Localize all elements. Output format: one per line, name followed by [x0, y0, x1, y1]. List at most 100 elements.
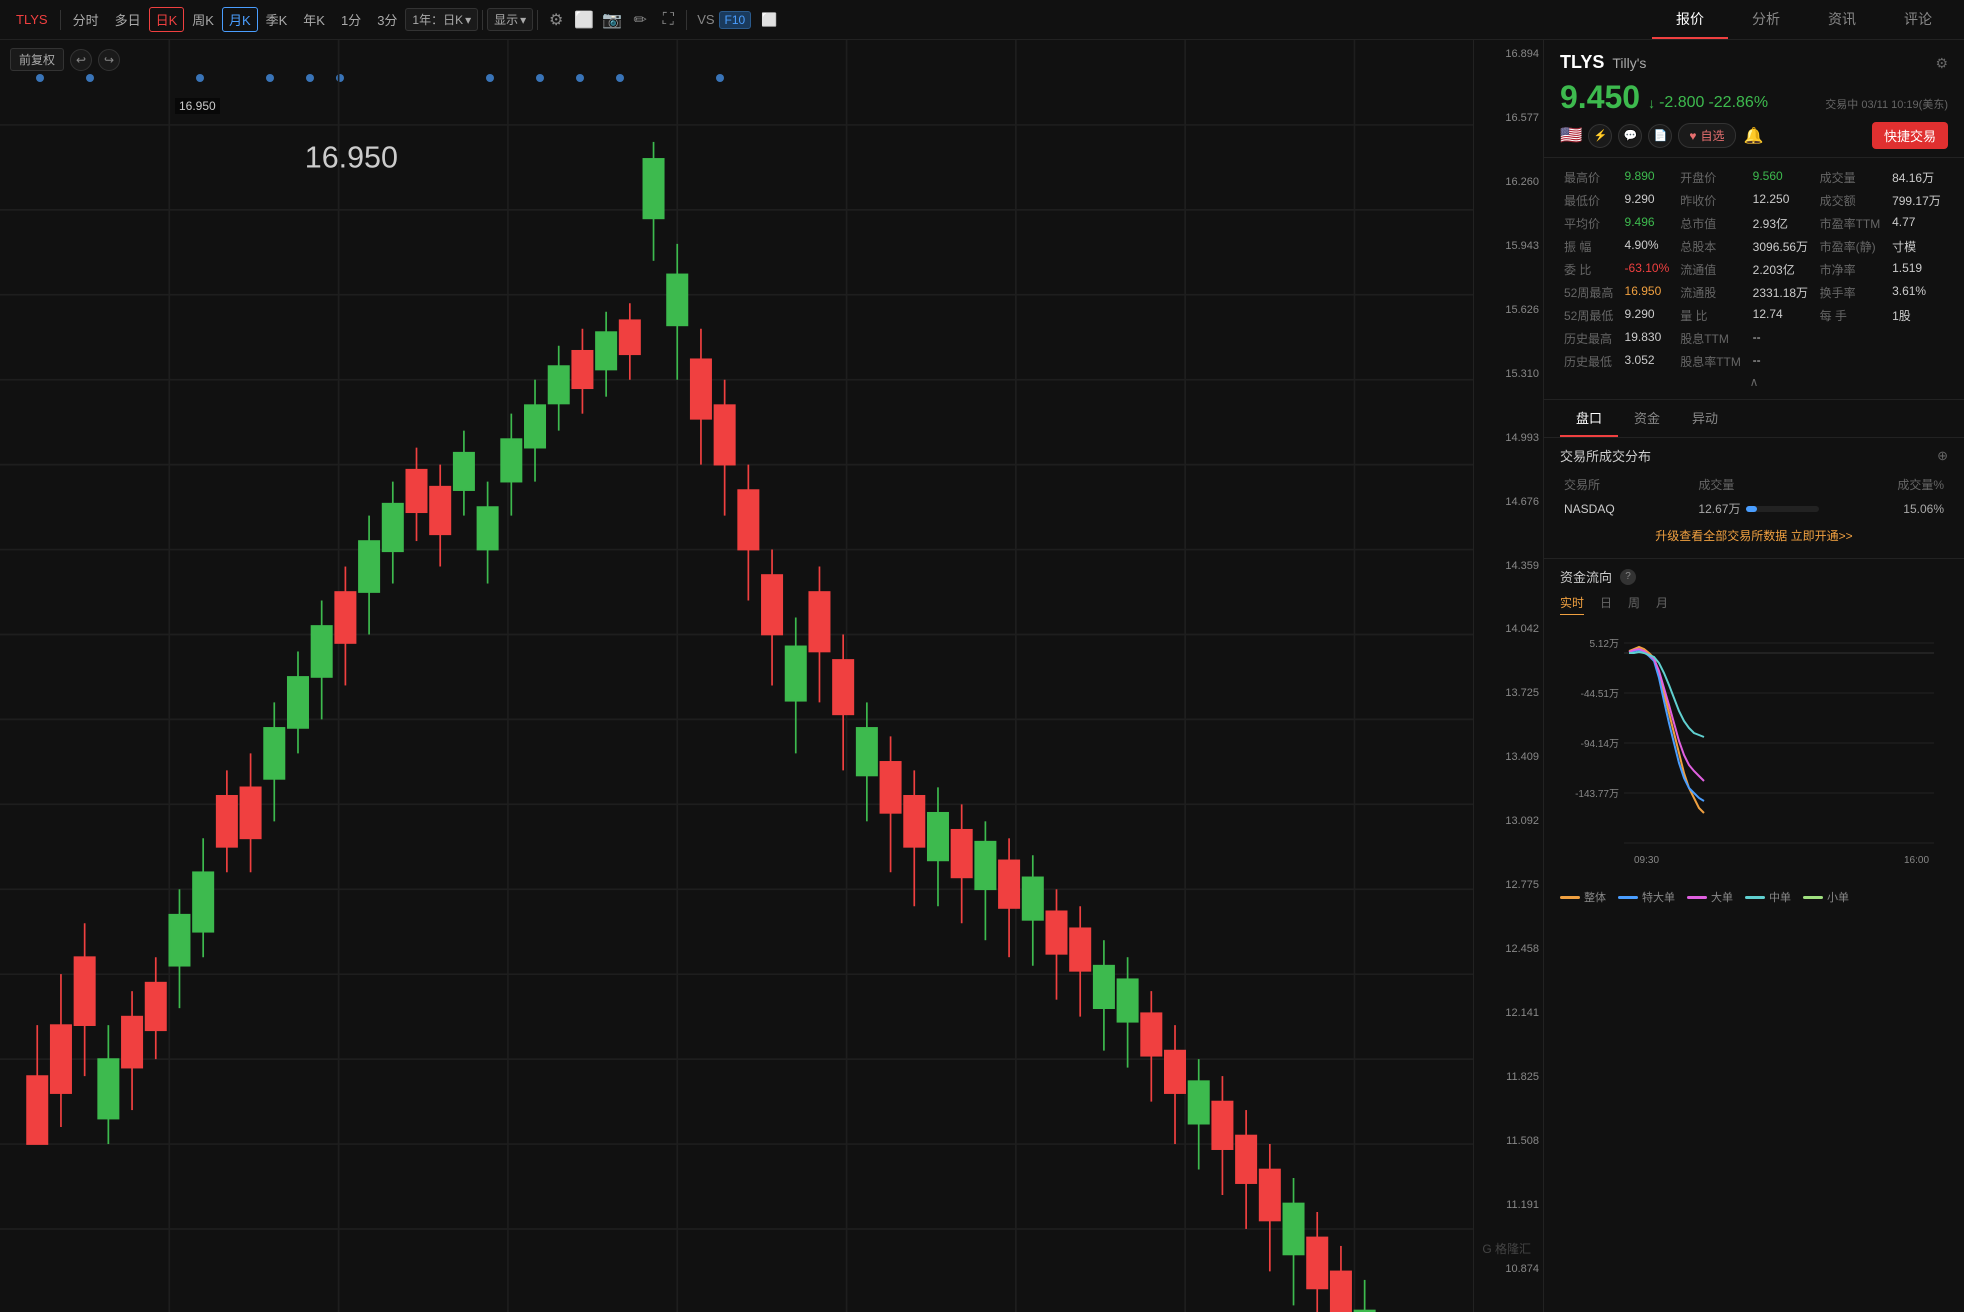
camera-icon-btn[interactable]: 📷	[598, 6, 626, 34]
timeframe-zhouk[interactable]: 周K	[184, 10, 222, 29]
price-down-arrow: ↓	[1648, 95, 1655, 111]
trade-time: 交易中 03/11 10:19(美东)	[1825, 96, 1948, 112]
fund-flow-header: 资金流向 ?	[1560, 567, 1948, 586]
settings-icon-btn[interactable]: ⚙	[542, 6, 570, 34]
legend-item-small: 小单	[1803, 889, 1849, 905]
timeframe-1fen[interactable]: 1分	[333, 10, 369, 29]
stat-label-vol: 成交量	[1816, 166, 1888, 189]
chat-icon-btn[interactable]: 💬	[1618, 124, 1642, 148]
doc-icon-btn[interactable]: 📄	[1648, 124, 1672, 148]
timeframe-yuek[interactable]: 月K	[222, 7, 258, 32]
display-dropdown[interactable]: 显示 ▾	[487, 8, 533, 31]
detail-tab-ydong[interactable]: 异动	[1676, 400, 1734, 437]
price-15626: 15.626	[1505, 304, 1539, 316]
legend-item-total: 整体	[1560, 889, 1606, 905]
expand-icon[interactable]: ⊕	[1937, 448, 1948, 464]
chart-peak-label: 16.950	[175, 98, 220, 114]
stat-val-ampl: 4.90%	[1621, 235, 1677, 258]
svg-text:5.12万: 5.12万	[1590, 639, 1619, 650]
draw-icon-btn[interactable]: ✏	[626, 6, 654, 34]
f10-badge[interactable]: F10	[719, 11, 752, 29]
chevron-down-icon-2: ▾	[520, 13, 526, 27]
show-more-btn[interactable]: ∧	[1560, 373, 1948, 391]
fullscreen-icon-btn[interactable]: ⛶	[654, 6, 682, 34]
watchlist-btn[interactable]: ♥ 自选	[1678, 123, 1735, 148]
flow-tab-month[interactable]: 月	[1656, 594, 1668, 615]
stat-val-mktcap: 2.93亿	[1749, 212, 1816, 235]
period-dropdown[interactable]: 1年：日K ▾	[405, 8, 478, 31]
nasdaq-vol-cell: 12.67万	[1694, 496, 1822, 521]
detail-tab-pankow[interactable]: 盘口	[1560, 400, 1618, 437]
timeframe-3fen[interactable]: 3分	[369, 10, 405, 29]
price-15310: 15.310	[1505, 368, 1539, 380]
exchange-table-body: NASDAQ 12.67万 15.06%	[1560, 496, 1948, 521]
timeframe-niank[interactable]: 年K	[295, 10, 333, 29]
stat-label-float: 流通股	[1676, 281, 1748, 304]
flow-tab-day[interactable]: 日	[1600, 594, 1612, 615]
timeframe-jik[interactable]: 季K	[258, 10, 296, 29]
timeframe-duori[interactable]: 多日	[107, 10, 149, 29]
lightning-icon-btn[interactable]: ⚡	[1588, 124, 1612, 148]
nav-tab-price[interactable]: 报价	[1652, 1, 1728, 39]
timeframe-rik[interactable]: 日K	[149, 7, 185, 32]
price-12458: 12.458	[1505, 943, 1539, 955]
stat-label-committee: 委 比	[1560, 258, 1621, 281]
stats-row: 最高价 9.890 开盘价 9.560 成交量 84.16万	[1560, 166, 1948, 189]
exchange-distribution: 交易所成交分布 ⊕ 交易所 成交量 成交量% NASDAQ	[1544, 438, 1964, 559]
svg-text:-94.14万: -94.14万	[1581, 739, 1619, 750]
stat-val-divrttm: --	[1749, 350, 1816, 373]
stat-val-high: 9.890	[1621, 166, 1677, 189]
price-14676: 14.676	[1505, 496, 1539, 508]
price-11508: 11.508	[1506, 1135, 1539, 1147]
nasdaq-vol: 12.67万	[1698, 500, 1740, 517]
right-panel: TLYS Tilly's ⚙ 9.450 ↓ -2.800 -22.86% 交易…	[1544, 40, 1964, 1312]
chart-canvas[interactable]: 16.950	[0, 40, 1473, 1312]
f10-extra-btn[interactable]: ⬜	[755, 6, 783, 34]
price-row: 9.450 ↓ -2.800 -22.86% 交易中 03/11 10:19(美…	[1560, 79, 1948, 116]
box-icon-btn[interactable]: ⬜	[570, 6, 598, 34]
bar-fill	[1746, 506, 1757, 512]
nav-tab-analysis[interactable]: 分析	[1728, 1, 1804, 39]
chevron-down-icon: ▾	[465, 13, 471, 27]
stock-title-row: TLYS Tilly's ⚙	[1560, 52, 1948, 73]
stat-label-w52l: 52周最低	[1560, 304, 1621, 327]
nav-tabs: 报价 分析 资讯 评论	[1652, 1, 1956, 39]
stock-settings-icon[interactable]: ⚙	[1935, 55, 1948, 72]
stat-val-pe: 4.77	[1888, 212, 1948, 235]
help-icon[interactable]: ?	[1620, 569, 1636, 585]
fuquan-btn[interactable]: 前复权	[10, 48, 64, 71]
flow-tab-week[interactable]: 周	[1628, 594, 1640, 615]
fund-flow-title: 资金流向	[1560, 567, 1612, 586]
detail-tab-zjlx[interactable]: 资金	[1618, 400, 1676, 437]
nav-tab-comment[interactable]: 评论	[1880, 1, 1956, 39]
flow-tab-realtime[interactable]: 实时	[1560, 594, 1584, 615]
undo-btn[interactable]: ↩	[70, 49, 92, 71]
stat-val-vol: 84.16万	[1888, 166, 1948, 189]
redo-btn[interactable]: ↪	[98, 49, 120, 71]
stat-label-perhand: 每 手	[1816, 304, 1888, 327]
exchange-dist-title: 交易所成交分布 ⊕	[1560, 446, 1948, 465]
stat-val-perhand: 1股	[1888, 304, 1948, 327]
price-change: ↓ -2.800 -22.86%	[1648, 94, 1768, 112]
quick-trade-btn[interactable]: 快捷交易	[1872, 122, 1948, 149]
nav-tab-news[interactable]: 资讯	[1804, 1, 1880, 39]
svg-text:16:00: 16:00	[1904, 855, 1929, 866]
flag-row: 🇺🇸 ⚡ 💬 📄 ♥ 自选 🔔 快捷交易	[1560, 122, 1948, 149]
exchange-name-nasdaq: NASDAQ	[1560, 496, 1694, 521]
timeframe-fenshi[interactable]: 分时	[65, 10, 107, 29]
stat-label-pb: 市盈率(静)	[1816, 235, 1888, 258]
stats-row-9: 历史最低 3.052 股息率TTM --	[1560, 350, 1948, 373]
col-exchange: 交易所	[1560, 473, 1694, 496]
exchange-table: 交易所 成交量 成交量% NASDAQ 12.67万	[1560, 473, 1948, 521]
stats-grid: 最高价 9.890 开盘价 9.560 成交量 84.16万 最低价 9.290…	[1544, 158, 1964, 400]
stat-val-amt: 799.17万	[1888, 189, 1948, 212]
ticker-label[interactable]: TLYS	[8, 12, 56, 27]
bell-icon-btn[interactable]: 🔔	[1742, 124, 1766, 148]
stat-label-floatcap: 流通值	[1676, 258, 1748, 281]
watermark: G 格隆汇	[1482, 1240, 1531, 1257]
chart-area: 前复权 ↩ ↪	[0, 40, 1544, 1312]
upgrade-link[interactable]: 立即开通>>	[1791, 529, 1853, 543]
price-11191: 11.191	[1506, 1199, 1539, 1211]
price-13092: 13.092	[1505, 815, 1539, 827]
stat-label-low: 最低价	[1560, 189, 1621, 212]
